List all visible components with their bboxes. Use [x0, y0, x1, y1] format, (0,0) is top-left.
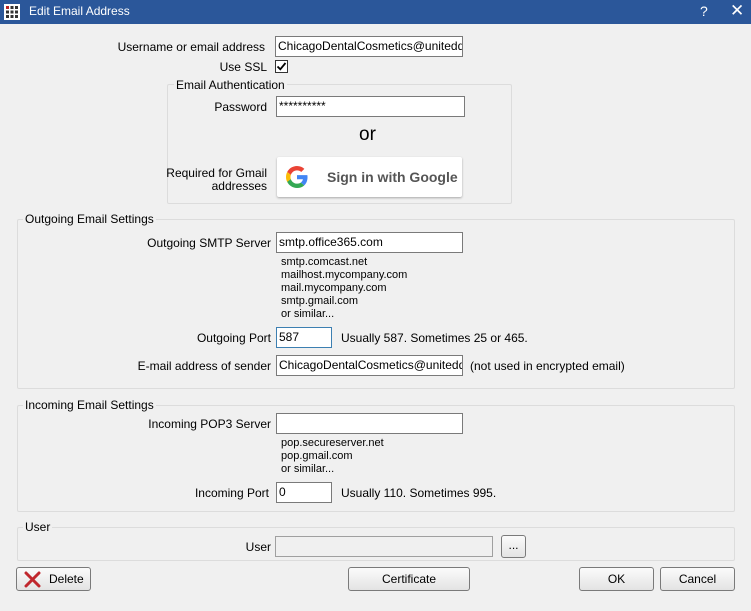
pop3-example: pop.secureserver.net [281, 437, 384, 449]
username-input[interactable]: ChicagoDentalCosmetics@uniteddenta [275, 36, 463, 57]
close-button[interactable]: ✕ [730, 1, 744, 21]
google-g-icon [286, 166, 308, 188]
user-group-title: User [23, 520, 53, 534]
pop3-examples-list: pop.secureserver.net pop.gmail.com or si… [281, 437, 384, 476]
checkmark-icon [276, 62, 287, 71]
user-input[interactable] [275, 536, 493, 557]
smtp-examples-list: smtp.comcast.net mailhost.mycompany.com … [281, 256, 407, 321]
smtp-server-input[interactable]: smtp.office365.com [276, 232, 463, 253]
gmail-required-label-line2: addresses [211, 179, 267, 193]
browse-user-button[interactable]: ... [501, 535, 526, 558]
gmail-required-label-line1: Required for Gmail [166, 166, 267, 180]
pop3-example: or similar... [281, 463, 335, 475]
pop3-server-label: Incoming POP3 Server [148, 417, 271, 431]
incoming-port-hint: Usually 110. Sometimes 995. [341, 486, 497, 500]
incoming-port-label: Incoming Port [194, 486, 269, 500]
username-label: Username or email address [117, 40, 265, 54]
ok-button[interactable]: OK [579, 567, 654, 591]
use-ssl-label: Use SSL [219, 60, 267, 74]
smtp-example: mailhost.mycompany.com [281, 269, 408, 281]
title-bar: Edit Email Address ? ✕ [0, 0, 751, 24]
window-title: Edit Email Address [29, 4, 130, 18]
email-authentication-title: Email Authentication [174, 78, 287, 92]
delete-button-label: Delete [49, 572, 84, 586]
certificate-button[interactable]: Certificate [348, 567, 470, 591]
delete-button[interactable]: Delete [16, 567, 91, 591]
help-button[interactable]: ? [700, 3, 708, 19]
incoming-settings-title: Incoming Email Settings [23, 398, 156, 412]
smtp-example: mail.mycompany.com [281, 282, 387, 294]
sign-in-with-google-button[interactable]: Sign in with Google [277, 157, 462, 197]
sender-address-input[interactable]: ChicagoDentalCosmetics@uniteddenta [276, 355, 463, 376]
cancel-button[interactable]: Cancel [660, 567, 735, 591]
incoming-port-input[interactable]: 0 [276, 482, 332, 503]
outgoing-port-label: Outgoing Port [196, 331, 271, 345]
user-label: User [245, 540, 271, 554]
smtp-example: or similar... [281, 308, 335, 320]
pop3-example: pop.gmail.com [281, 450, 353, 462]
pop3-server-input[interactable] [276, 413, 463, 434]
or-separator: or [359, 124, 376, 145]
outgoing-port-input[interactable]: 587 [276, 327, 332, 348]
use-ssl-checkbox[interactable] [275, 60, 288, 73]
smtp-server-label: Outgoing SMTP Server [147, 236, 271, 250]
password-label: Password [214, 100, 267, 114]
sender-address-label: E-mail address of sender [137, 359, 271, 373]
sender-address-hint: (not used in encrypted email) [470, 359, 625, 373]
outgoing-port-hint: Usually 587. Sometimes 25 or 465. [341, 331, 528, 345]
smtp-example: smtp.comcast.net [281, 256, 368, 268]
app-grid-icon [4, 4, 20, 20]
password-input[interactable]: ********** [276, 96, 465, 117]
outgoing-settings-title: Outgoing Email Settings [23, 212, 156, 226]
delete-x-icon [24, 571, 41, 588]
google-button-label: Sign in with Google [327, 169, 458, 185]
smtp-example: smtp.gmail.com [281, 295, 359, 307]
